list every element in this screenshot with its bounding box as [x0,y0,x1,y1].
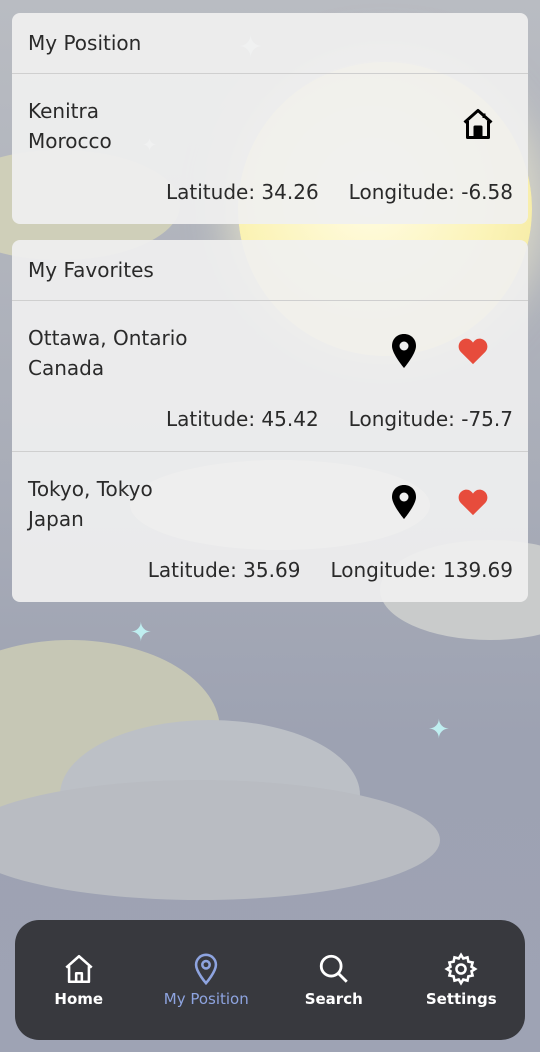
country: Japan [28,507,84,531]
heart-icon[interactable] [458,337,488,365]
tab-my-position[interactable]: My Position [151,952,261,1008]
card-header: My Favorites [12,240,528,301]
location-name: Kenitra Morocco [28,96,112,156]
my-position-card: My Position Kenitra Morocco Latitude: 34… [12,13,528,224]
position-row[interactable]: Kenitra Morocco Latitude: 34.26 Longitud… [12,74,528,224]
country: Canada [28,356,105,380]
latitude: Latitude: 34.26 [166,180,319,204]
location-name: Ottawa, Ontario Canada [28,323,188,383]
coordinates: Latitude: 45.42 Longitude: -75.7 [166,407,513,431]
bottom-tab-bar: Home My Position Search Settings [15,920,525,1040]
cloud [0,780,440,900]
tab-label: Home [54,990,104,1008]
tab-label: My Position [163,990,249,1008]
tab-settings[interactable]: Settings [406,952,516,1008]
card-header: My Position [12,13,528,74]
favorites-card: My Favorites Ottawa, Ontario Canada Lati… [12,240,528,602]
map-pin-icon[interactable] [392,485,416,519]
heart-icon[interactable] [458,488,488,516]
tab-label: Settings [425,990,497,1008]
home-icon[interactable] [460,106,496,142]
longitude: Longitude: -6.58 [348,180,513,204]
favorite-row[interactable]: Tokyo, Tokyo Japan Latitude: 35.69 Longi… [12,452,528,602]
map-pin-icon [195,953,218,986]
map-pin-icon[interactable] [392,334,416,368]
longitude: Longitude: -75.7 [348,407,513,431]
longitude: Longitude: 139.69 [330,558,513,582]
sparkle: ✦ [130,618,152,648]
favorite-row[interactable]: Ottawa, Ontario Canada Latitude: 45.42 L… [12,301,528,452]
latitude: Latitude: 35.69 [147,558,301,582]
tab-search[interactable]: Search [279,952,389,1008]
home-icon [65,954,93,984]
search-icon [319,954,348,983]
country: Morocco [28,129,112,153]
latitude: Latitude: 45.42 [166,407,319,431]
coordinates: Latitude: 35.69 Longitude: 139.69 [148,558,513,582]
coordinates: Latitude: 34.26 Longitude: -6.58 [166,180,513,204]
location-name: Tokyo, Tokyo Japan [28,474,153,534]
city: Kenitra [28,99,99,123]
city: Ottawa, Ontario [28,326,188,350]
sparkle: ✦ [428,715,450,745]
gear-icon [444,952,478,986]
tab-home[interactable]: Home [24,952,134,1008]
tab-label: Search [304,990,363,1008]
city: Tokyo, Tokyo [28,477,153,501]
